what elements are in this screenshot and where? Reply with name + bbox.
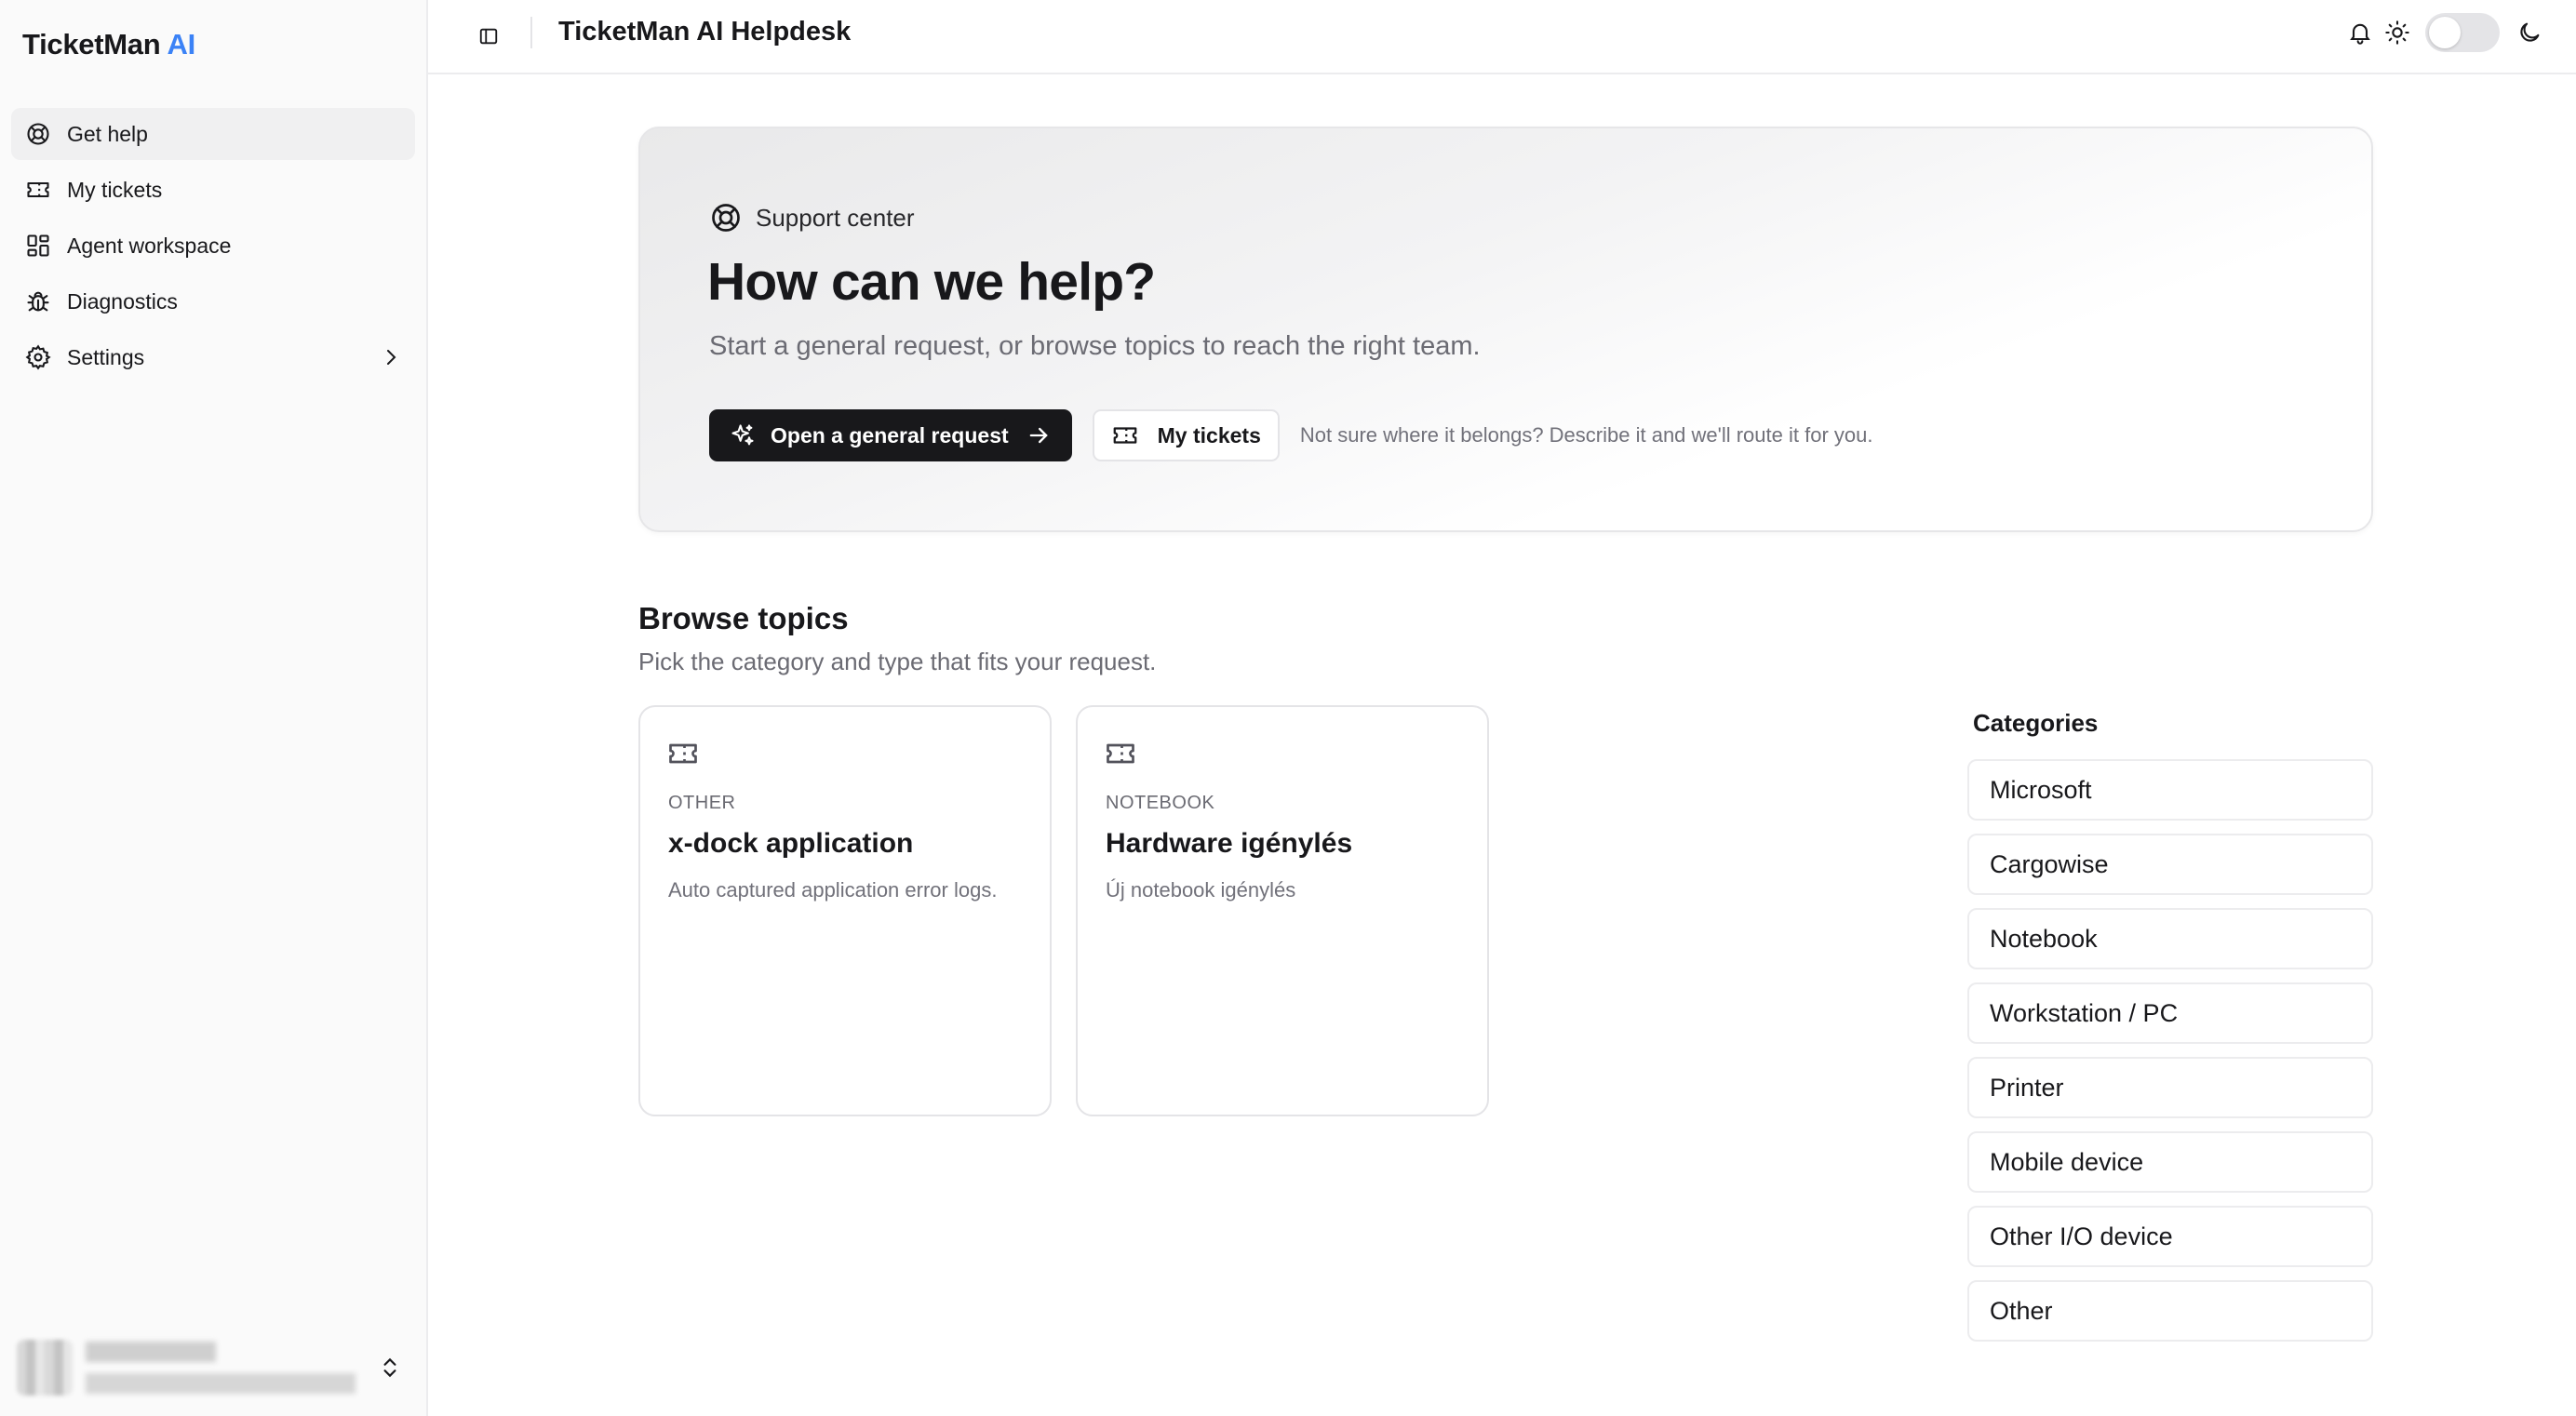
category-other-io-device[interactable]: Other I/O device — [1967, 1206, 2373, 1267]
categories-title: Categories — [1973, 709, 2099, 737]
browse-topics-title: Browse topics — [638, 601, 849, 635]
topbar-actions — [2341, 13, 2548, 52]
user-info-redacted — [86, 1342, 356, 1394]
switch-knob — [2429, 17, 2461, 48]
sidebar-nav: Get help My tickets Agent workspace Diag… — [11, 108, 415, 387]
dark-mode-button[interactable] — [2511, 14, 2548, 51]
chevron-right-icon — [387, 350, 396, 365]
topic-title: x-dock application — [668, 828, 914, 859]
sidebar-item-label: Agent workspace — [67, 233, 232, 258]
gear-icon — [24, 343, 52, 371]
lifebuoy-icon — [24, 120, 52, 148]
lifebuoy-icon — [712, 204, 740, 232]
my-tickets-button[interactable]: My tickets — [1092, 409, 1280, 461]
topic-category: OTHER — [668, 793, 736, 813]
sidebar-item-settings[interactable]: Settings — [11, 331, 415, 383]
hero-title: How can we help? — [707, 252, 1156, 312]
topic-description: Új notebook igénylés — [1106, 878, 1296, 902]
category-workstation-pc[interactable]: Workstation / PC — [1967, 982, 2373, 1044]
sidebar-toggle-icon — [479, 28, 498, 45]
topic-title: Hardware igénylés — [1106, 828, 1353, 859]
category-printer[interactable]: Printer — [1967, 1057, 2373, 1118]
moon-icon — [2520, 22, 2540, 42]
light-mode-button[interactable] — [2379, 14, 2416, 51]
sidebar-item-get-help[interactable]: Get help — [11, 108, 415, 160]
brand-name: TicketMan — [22, 28, 161, 60]
button-label: My tickets — [1157, 422, 1261, 448]
category-cargowise[interactable]: Cargowise — [1967, 834, 2373, 895]
ticket-icon — [24, 176, 52, 204]
page-title: TicketMan AI Helpdesk — [558, 17, 852, 47]
sidebar-item-diagnostics[interactable]: Diagnostics — [11, 275, 415, 327]
categories-list: Microsoft Cargowise Notebook Workstation… — [1967, 759, 2373, 1355]
avatar — [17, 1340, 73, 1396]
button-label: Open a general request — [771, 422, 1009, 448]
topic-category: NOTEBOOK — [1106, 793, 1215, 813]
category-other[interactable]: Other — [1967, 1280, 2373, 1342]
app-root: TicketMan AI Get help My tickets Agent w… — [0, 0, 2576, 1416]
topbar: TicketMan AI Helpdesk — [428, 0, 2576, 74]
ticket-icon — [1113, 427, 1137, 444]
arrow-right-icon — [1029, 427, 1048, 444]
category-microsoft[interactable]: Microsoft — [1967, 759, 2373, 821]
hero-card: Support center How can we help? Start a … — [638, 127, 2373, 532]
sidebar-item-label: Settings — [67, 344, 145, 369]
brand-logo[interactable]: TicketMan AI — [22, 28, 195, 61]
sun-icon — [2385, 20, 2409, 45]
dashboard-icon — [24, 232, 52, 260]
toggle-sidebar-button[interactable] — [473, 20, 504, 52]
topic-card-hardware-igenyles[interactable]: NOTEBOOK Hardware igénylés Új notebook i… — [1076, 705, 1489, 1116]
browse-topics-subtitle: Pick the category and type that fits you… — [638, 648, 1157, 675]
sidebar: TicketMan AI Get help My tickets Agent w… — [0, 0, 428, 1416]
ticket-icon — [1107, 743, 1134, 764]
sidebar-item-label: Get help — [67, 121, 148, 146]
bug-icon — [24, 287, 52, 315]
hero-actions: Open a general request My tickets Not su… — [709, 409, 1872, 461]
theme-toggle-switch[interactable] — [2425, 13, 2500, 52]
main-content: TicketMan AI Helpdesk Support center How… — [428, 0, 2576, 1416]
notifications-button[interactable] — [2341, 14, 2379, 51]
hero-label-text: Support center — [756, 203, 915, 232]
bell-icon — [2350, 23, 2370, 45]
sidebar-item-label: My tickets — [67, 177, 163, 202]
sidebar-item-agent-workspace[interactable]: Agent workspace — [11, 220, 415, 272]
user-menu[interactable] — [13, 1329, 415, 1407]
sparkles-icon — [731, 424, 754, 446]
chevrons-up-down-icon — [383, 1357, 396, 1378]
topbar-divider — [530, 17, 532, 48]
hero-label: Support center — [709, 201, 915, 234]
ticket-icon — [669, 743, 697, 764]
hero-subtitle: Start a general request, or browse topic… — [709, 331, 1481, 361]
category-notebook[interactable]: Notebook — [1967, 908, 2373, 969]
sidebar-item-label: Diagnostics — [67, 288, 178, 314]
brand-accent: AI — [167, 28, 196, 60]
category-mobile-device[interactable]: Mobile device — [1967, 1131, 2373, 1193]
routing-hint: Not sure where it belongs? Describe it a… — [1299, 423, 1873, 447]
topic-description: Auto captured application error logs. — [668, 878, 998, 902]
open-general-request-button[interactable]: Open a general request — [709, 409, 1072, 461]
sidebar-item-my-tickets[interactable]: My tickets — [11, 164, 415, 216]
topic-card-x-dock[interactable]: OTHER x-dock application Auto captured a… — [638, 705, 1052, 1116]
